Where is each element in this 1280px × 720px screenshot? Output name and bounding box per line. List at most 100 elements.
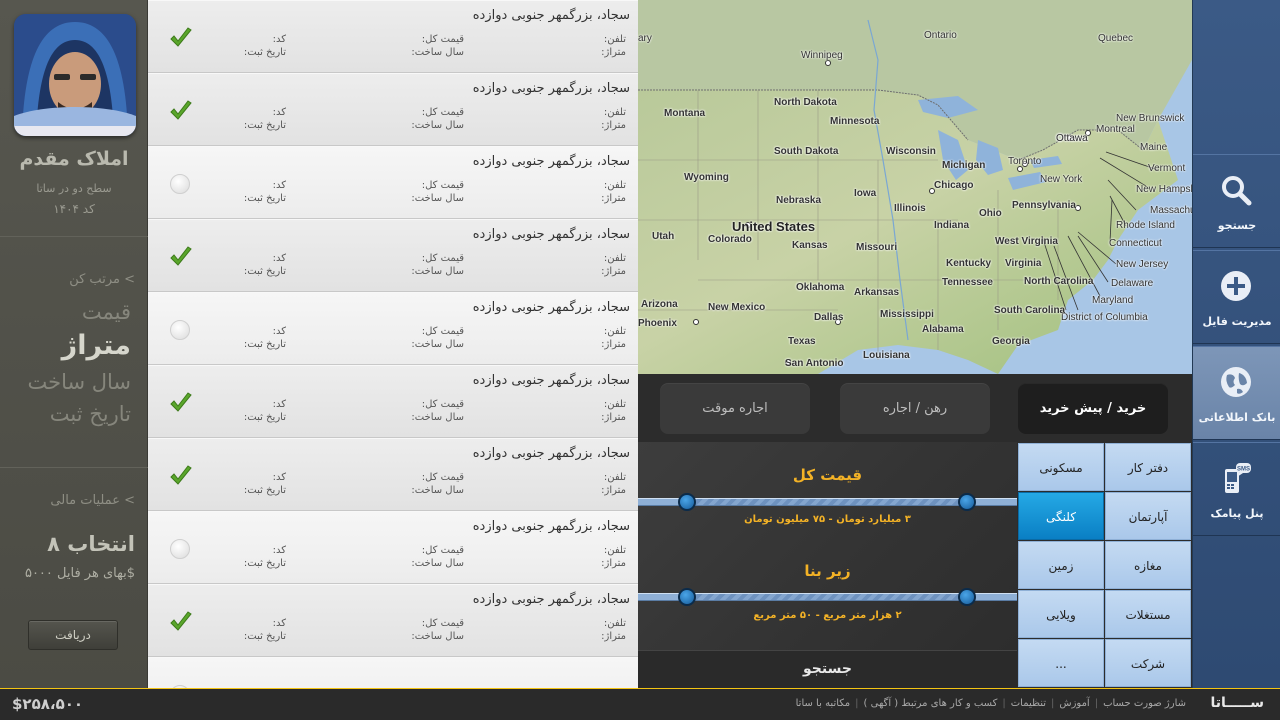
listing-label-total-price: قیمت کل:	[421, 34, 464, 45]
footer-logo[interactable]: ســـــاتا	[1211, 695, 1264, 711]
account-balance: $۲۵۸،۵۰۰	[12, 695, 84, 713]
area-slider-fill	[686, 594, 967, 600]
listing-title: سجاد، بزرگمهر جنوبی دوازده	[472, 519, 630, 534]
sort-item-build-year[interactable]: سال ساخت	[27, 370, 131, 394]
listing-title: سجاد، بزرگمهر جنوبی دوازده	[472, 8, 630, 23]
receive-button[interactable]: دریافت	[28, 620, 118, 650]
tab-mortgage-rent[interactable]: رهن / اجاره	[840, 383, 990, 434]
filters-panel: قیمت کل ۳ میلیارد تومان - ۷۵ میلیون توما…	[638, 442, 1017, 688]
category-grid: دفتر کار مسکونی آپارتمان کلنگی مغازه زمین مستغ…	[1017, 442, 1192, 688]
listing-row[interactable]: سجاد، بزرگمهر جنوبی دوازده تلفن: متراژ: قیم…	[148, 292, 638, 365]
map-label: District of Columbia	[1061, 312, 1148, 323]
listing-label-total-price: قیمت کل:	[421, 326, 464, 337]
map-label: Chicago	[934, 180, 974, 191]
map-label: Minnesota	[830, 116, 880, 127]
map-label: Oklahoma	[796, 282, 845, 293]
nav-file-management[interactable]: مدیریت فایل	[1193, 250, 1280, 344]
listing-label-reg-date: تاریخ ثبت:	[243, 339, 286, 350]
map-label: Iowa	[854, 188, 877, 199]
map-label: Kansas	[792, 240, 828, 251]
select-radio[interactable]	[170, 320, 190, 340]
listing-label-reg-date: تاریخ ثبت:	[243, 412, 286, 423]
listing-row[interactable]: سجاد، بزرگمهر جنوبی دوازده تلفن: متراژ: قیم…	[148, 584, 638, 657]
category-9[interactable]: ...	[1018, 639, 1104, 687]
footer-link[interactable]: کسب و کار های مرتبط ( آگهی )	[864, 698, 998, 709]
category-4[interactable]: مغازه	[1105, 541, 1191, 589]
map[interactable]: Ontario Quebec Winnipeg Montreal New Brunswi…	[638, 0, 1192, 374]
listing-label-total-price: قیمت کل:	[421, 180, 464, 191]
category-8[interactable]: شرکت	[1105, 639, 1191, 687]
sort-item-area[interactable]: متراژ	[62, 330, 131, 361]
listing-label-code: کد:	[272, 34, 286, 45]
globe-icon	[1221, 367, 1251, 397]
category-3[interactable]: کلنگی	[1018, 492, 1104, 540]
avatar[interactable]	[14, 14, 136, 136]
category-7[interactable]: ویلایی	[1018, 590, 1104, 638]
nav-search-label: جستجو	[1217, 219, 1257, 232]
footer-link[interactable]: شارژ صورت حساب	[1103, 698, 1186, 709]
map-label: Pennsylvania	[1012, 200, 1076, 211]
map-label: New Mexico	[708, 302, 766, 313]
area-slider-min-handle[interactable]	[678, 588, 696, 606]
map-label: Rhode Island	[1116, 220, 1175, 231]
listing-row[interactable]: سجاد، بزرگمهر جنوبی دوازده تلفن: متراژ: قیم…	[148, 219, 638, 292]
map-label: Dallas	[814, 312, 844, 323]
profile-name: املاک مقدم	[19, 148, 129, 170]
select-radio[interactable]	[170, 539, 190, 559]
map-label: North Carolina	[1024, 276, 1094, 287]
category-1[interactable]: مسکونی	[1018, 443, 1104, 491]
footer-link[interactable]: آموزش	[1059, 698, 1089, 709]
select-radio[interactable]	[170, 174, 190, 194]
footer-link[interactable]: تنظیمات	[1011, 698, 1046, 709]
checkmark-icon[interactable]	[168, 609, 194, 635]
listing-label-area: متراژ:	[601, 47, 626, 58]
category-0[interactable]: دفتر کار	[1105, 443, 1191, 491]
listing-label-reg-date: تاریخ ثبت:	[243, 631, 286, 642]
listing-row[interactable]: سجاد، بزرگمهر جنوبی دوازده تلفن: متراژ: قیم…	[148, 146, 638, 219]
checkmark-icon[interactable]	[168, 463, 194, 489]
search-button[interactable]: جستجو	[638, 650, 1017, 688]
listing-row[interactable]: سجاد، بزرگمهر جنوبی دوازده تلفن: متراژ: قیم…	[148, 73, 638, 146]
checkmark-icon[interactable]	[168, 390, 194, 416]
sort-title[interactable]: مرتب کن <	[69, 272, 135, 287]
map-label: Nebraska	[776, 195, 822, 206]
listing-row[interactable]	[148, 657, 638, 688]
listing-label-phone: تلفن:	[603, 545, 626, 556]
nav-search[interactable]: جستجو	[1193, 154, 1280, 248]
nav-data-bank[interactable]: بانک اطلاعاتی	[1193, 346, 1280, 440]
deal-type-tabs: خرید / پیش خرید رهن / اجاره اجاره موقت	[638, 374, 1192, 442]
finance-title[interactable]: عملیات مالی <	[50, 493, 135, 508]
listing-label-phone: تلفن:	[603, 618, 626, 629]
map-label: Colorado	[708, 234, 752, 245]
map-label: Ontario	[924, 30, 957, 41]
sort-item-reg-date[interactable]: تاریخ ثبت	[50, 402, 131, 426]
category-6[interactable]: مستغلات	[1105, 590, 1191, 638]
price-slider-max-handle[interactable]	[958, 493, 976, 511]
listing-label-phone: تلفن:	[603, 253, 626, 264]
listing-row[interactable]: سجاد، بزرگمهر جنوبی دوازده تلفن: متراژ: قیم…	[148, 511, 638, 584]
footer-link[interactable]: مکاتبه با ساتا	[796, 698, 851, 709]
category-2[interactable]: آپارتمان	[1105, 492, 1191, 540]
sort-item-price[interactable]: قیمت	[82, 300, 131, 324]
map-label: South Carolina	[994, 305, 1066, 316]
listing-label-code: کد:	[272, 545, 286, 556]
listing-row[interactable]: سجاد، بزرگمهر جنوبی دوازده تلفن: متراژ: قیم…	[148, 438, 638, 511]
area-slider-max-handle[interactable]	[958, 588, 976, 606]
checkmark-icon[interactable]	[168, 98, 194, 124]
category-5[interactable]: زمین	[1018, 541, 1104, 589]
listing-row[interactable]: سجاد، بزرگمهر جنوبی دوازده تلفن: متراژ: قیم…	[148, 365, 638, 438]
listing-label-build-year: سال ساخت:	[411, 120, 464, 131]
map-label: Vermont	[1148, 163, 1186, 174]
price-slider-min-handle[interactable]	[678, 493, 696, 511]
checkmark-icon[interactable]	[168, 25, 194, 51]
checkmark-icon[interactable]	[168, 244, 194, 270]
listing-label-build-year: سال ساخت:	[411, 47, 464, 58]
tab-buy[interactable]: خرید / پیش خرید	[1018, 383, 1168, 434]
nav-sms-panel[interactable]: SMS پنل پیامک	[1193, 442, 1280, 536]
profile-code: کد ۱۴۰۴	[53, 202, 95, 216]
listing-label-area: متراژ:	[601, 266, 626, 277]
plus-circle-icon	[1221, 271, 1251, 301]
tab-temporary-rent[interactable]: اجاره موقت	[660, 383, 810, 434]
map-country-label: United States	[732, 219, 816, 234]
listing-row[interactable]: سجاد، بزرگمهر جنوبی دوازده تلفن: متراژ: قیم…	[148, 0, 638, 73]
